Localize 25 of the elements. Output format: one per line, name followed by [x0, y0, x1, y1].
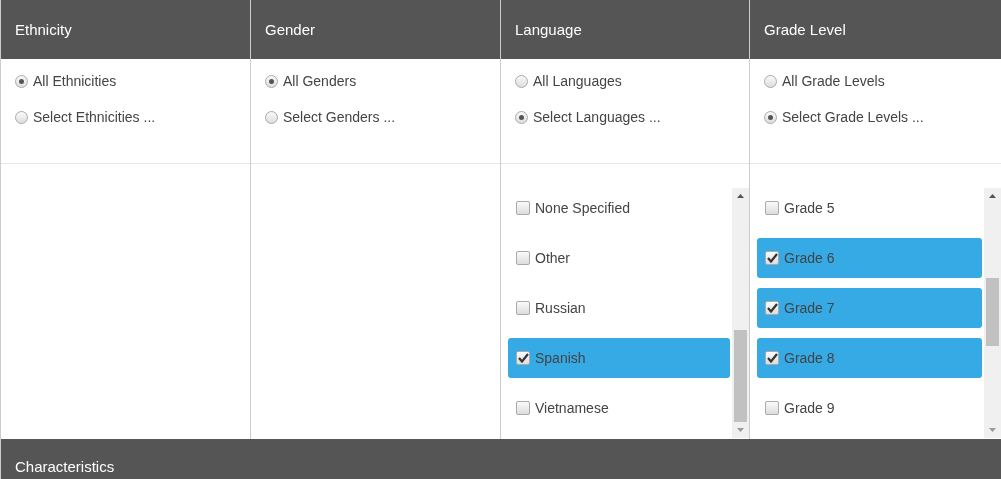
checkbox-item[interactable]: Grade 5 [757, 188, 982, 228]
radio-option[interactable]: All Grade Levels [764, 73, 1001, 89]
radio-option[interactable]: Select Languages ... [515, 109, 749, 125]
checkbox-item[interactable]: Vietnamese [508, 388, 730, 428]
checkbox-item[interactable]: None Specified [508, 188, 730, 228]
scrollbar-drawing[interactable] [984, 188, 1001, 438]
scrollbar-drawing[interactable] [732, 188, 749, 438]
column-header: Grade Level [750, 0, 1001, 59]
column-header: Ethnicity [1, 0, 250, 59]
checkbox-item[interactable]: Grade 6 [757, 238, 982, 278]
column-header: Language [501, 0, 749, 59]
radio-option[interactable]: Select Ethnicities ... [15, 109, 250, 125]
checkbox-item[interactable]: Other [508, 238, 730, 278]
checkbox-item[interactable]: Grade 9 [757, 388, 982, 428]
radio-option[interactable]: All Ethnicities [15, 73, 250, 89]
radio-option[interactable]: Select Grade Levels ... [764, 109, 1001, 125]
radio-option[interactable]: All Genders [265, 73, 500, 89]
section-header: Characteristics [0, 439, 1001, 479]
radio-option[interactable]: Select Genders ... [265, 109, 500, 125]
checkbox-item[interactable]: Russian [508, 288, 730, 328]
column-header: Gender [251, 0, 500, 59]
checkbox-item[interactable]: Grade 7 [757, 288, 982, 328]
checkbox-item[interactable]: Grade 8 [757, 338, 982, 378]
radio-option[interactable]: All Languages [515, 73, 749, 89]
checkbox-item[interactable]: Spanish [508, 338, 730, 378]
